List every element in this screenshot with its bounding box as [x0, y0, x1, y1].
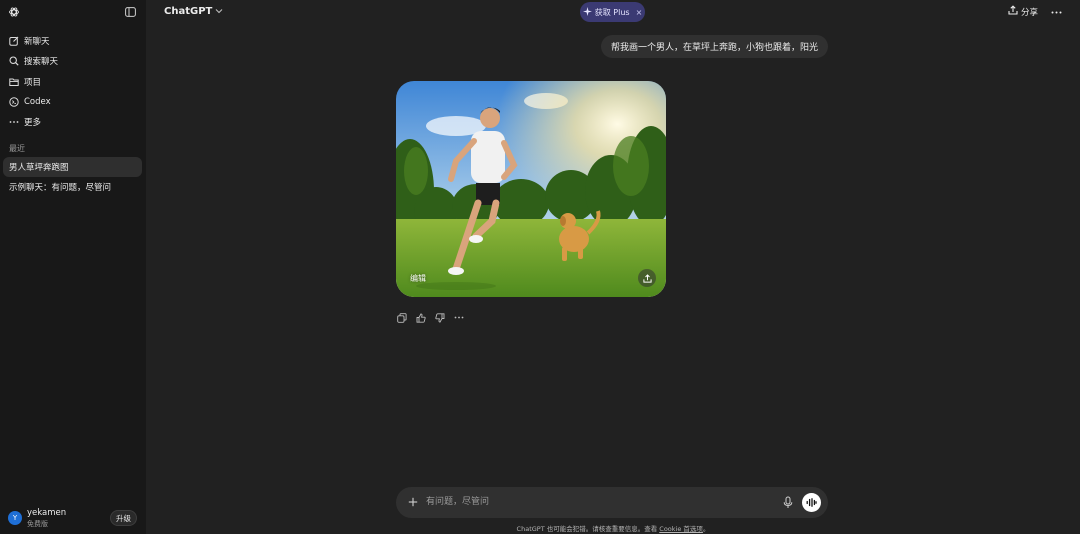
disclaimer-suffix: 。: [702, 525, 710, 533]
chevron-down-icon: [212, 6, 223, 17]
codex-icon: [9, 96, 19, 107]
sidebar-header: [0, 0, 146, 24]
user-name: yekamen: [27, 508, 67, 518]
sidebar-item-search-chats[interactable]: 搜索聊天: [4, 51, 142, 70]
copy-icon[interactable]: [396, 312, 407, 323]
sidebar-item-label: 更多: [24, 117, 42, 128]
sidebar-item-label: 项目: [24, 77, 42, 88]
voice-waveform-icon: [806, 498, 817, 507]
sparkle-icon: [582, 6, 592, 18]
share-icon: [1008, 5, 1018, 18]
sidebar-item-more[interactable]: 更多: [4, 112, 142, 131]
search-icon: [9, 55, 19, 66]
generated-image[interactable]: [396, 81, 666, 297]
openai-logo-icon[interactable]: [8, 6, 20, 18]
thumbs-down-icon[interactable]: [434, 312, 445, 323]
cookie-preferences-link[interactable]: Cookie 首选项: [659, 525, 703, 533]
model-label: ChatGPT: [164, 6, 213, 17]
user-message-bubble: 帮我画一个男人，在草坪上奔跑，小狗也跟着，阳光: [600, 35, 828, 58]
footer-disclaimer: ChatGPT 也可能会犯错。请核查重要信息。查看 Cookie 首选项。: [0, 523, 1080, 533]
voice-mode-button[interactable]: [802, 493, 821, 512]
folder-icon: [9, 77, 19, 87]
sidebar-toggle-icon[interactable]: [125, 7, 136, 17]
sidebar-item-label: 搜索聊天: [24, 56, 59, 67]
microphone-icon[interactable]: [782, 496, 794, 509]
recent-section-label: 最近: [9, 144, 25, 153]
image-edit-button[interactable]: 编辑: [410, 273, 426, 284]
more-options-icon[interactable]: [1049, 5, 1063, 19]
close-icon[interactable]: ×: [636, 8, 643, 17]
sidebar-item-projects[interactable]: 项目: [4, 72, 142, 91]
sidebar-item-codex[interactable]: Codex: [4, 92, 142, 111]
sidebar-item-new-chat[interactable]: 新聊天: [4, 31, 142, 50]
image-share-icon[interactable]: [638, 269, 656, 287]
edit-icon: [9, 36, 19, 46]
model-selector[interactable]: ChatGPT: [164, 6, 223, 17]
chat-history-item[interactable]: 示例聊天：有问题，尽管问: [3, 177, 142, 197]
more-icon: [9, 117, 19, 127]
get-plus-label: 获取 Plus: [594, 7, 630, 17]
share-button[interactable]: 分享: [1008, 5, 1038, 18]
add-attachment-icon[interactable]: [406, 494, 420, 510]
message-input[interactable]: [426, 495, 766, 509]
disclaimer-text: ChatGPT 也可能会犯错。请核查重要信息。查看: [516, 525, 660, 533]
sidebar-item-label: Codex: [24, 96, 51, 107]
sidebar: 新聊天 搜索聊天 项目 Codex 更多 最近 男人草坪奔跑图 示例聊天：有问题…: [0, 0, 146, 534]
get-plus-pill[interactable]: 获取 Plus ×: [580, 2, 645, 22]
chat-history-item[interactable]: 男人草坪奔跑图: [3, 157, 142, 177]
sidebar-item-label: 新聊天: [24, 36, 50, 47]
message-composer: [396, 487, 828, 518]
more-actions-icon[interactable]: [453, 312, 464, 323]
share-label: 分享: [1021, 7, 1039, 18]
thumbs-up-icon[interactable]: [415, 312, 426, 323]
response-actions: [396, 312, 464, 323]
